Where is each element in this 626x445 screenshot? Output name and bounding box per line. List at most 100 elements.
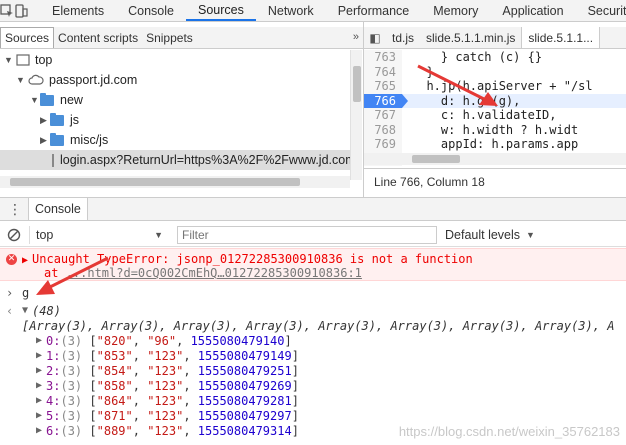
nav-tab-sources[interactable]: Sources [0, 27, 55, 48]
more-tabs-icon[interactable]: » [353, 31, 359, 43]
expand-arrow-icon[interactable]: ▶ [36, 335, 42, 346]
file-icon [52, 153, 54, 167]
drawer-header: ⋮ Console [0, 197, 626, 221]
line-number[interactable]: 767 [364, 108, 402, 123]
editor-tab-slide-min-js[interactable]: slide.5.1.1.min.js [420, 27, 521, 48]
line-number[interactable]: 763 [364, 50, 402, 65]
code-line[interactable]: 767 c: h.validateID, [364, 108, 626, 123]
console-input-echo: › g [0, 283, 626, 303]
code-line[interactable]: 764 } [364, 64, 626, 79]
scrollbar-thumb[interactable] [10, 178, 300, 186]
tree-item-login-file[interactable]: login.aspx?ReturnUrl=https%3A%2F%2Fwww.j… [0, 150, 350, 170]
drawer-tab-console[interactable]: Console [28, 198, 88, 220]
array-value: 1555080479149 [197, 348, 292, 363]
tab-security[interactable]: Security [576, 0, 626, 21]
line-number[interactable]: 768 [364, 122, 402, 137]
array-row[interactable]: ▶ 2: (3) ["854", "123", 1555080479251] [0, 363, 626, 378]
console-filter-input[interactable] [177, 225, 437, 244]
console-output[interactable]: ✕ ▶ Uncaught TypeError: jsonp_01272285300… [0, 248, 626, 445]
code-line[interactable]: 763 } catch (c) {} [364, 50, 626, 65]
tab-performance[interactable]: Performance [326, 0, 422, 21]
code-line[interactable]: 769 appId: h.params.app [364, 137, 626, 152]
array-index: 1: [46, 348, 61, 363]
array-preview: [Array(3), Array(3), Array(3), Array(3),… [0, 318, 626, 333]
tree-item-domain[interactable]: ▼ passport.jd.com [0, 70, 350, 90]
editor-tab-label: slide.5.1.1... [528, 30, 594, 45]
expand-arrow-icon[interactable]: ▼ [22, 305, 28, 316]
breakpoint-marker[interactable]: 766 [364, 93, 408, 108]
scrollbar-thumb[interactable] [412, 155, 460, 163]
tree-label-new: new [60, 93, 83, 107]
console-toolbar: top ▼ Default levels ▼ [0, 223, 626, 247]
expand-arrow-icon[interactable]: ▶ [36, 365, 42, 376]
tree-label-misc-js: misc/js [70, 133, 109, 147]
expand-arrow-icon[interactable]: ▶ [36, 380, 42, 391]
console-error-message: ✕ ▶ Uncaught TypeError: jsonp_01272285300… [0, 248, 626, 281]
code-line[interactable]: 768 w: h.width ? h.widt [364, 122, 626, 137]
line-number[interactable]: 764 [364, 64, 402, 79]
expand-arrow-icon[interactable]: ▼ [16, 75, 26, 85]
editor-tab-slide-active[interactable]: slide.5.1.1... [521, 27, 601, 48]
expand-arrow-icon[interactable]: ▶ [36, 395, 42, 406]
clear-console-icon[interactable] [7, 228, 21, 242]
console-result-header[interactable]: ‹ ▼ (48) [0, 303, 626, 318]
navigator-vertical-scrollbar[interactable] [350, 50, 362, 180]
array-value: 1555080479251 [197, 363, 292, 378]
cursor-position-status: Line 766, Column 18 [364, 168, 626, 194]
array-row[interactable]: ▶ 0: (3) ["820", "96", 1555080479140] [0, 333, 626, 348]
tree-item-misc-js[interactable]: ▶ misc/js [0, 130, 350, 150]
scrollbar-thumb[interactable] [353, 66, 361, 102]
array-row[interactable]: ▶ 5: (3) ["871", "123", 1555080479297] [0, 408, 626, 423]
line-number[interactable]: 769 [364, 137, 402, 152]
context-selector[interactable]: top ▼ [29, 225, 169, 244]
navigator-tabs: Sources Content scripts Snippets » [0, 27, 363, 49]
error-message-text: Uncaught TypeError: jsonp_01272285300910… [32, 252, 473, 266]
tab-console[interactable]: Console [116, 0, 186, 21]
tree-item-js[interactable]: ▶ js [0, 110, 350, 130]
code-text: c: h.validateID, [412, 108, 557, 123]
tree-item-top[interactable]: ▼ top [0, 50, 350, 70]
expand-arrow-icon[interactable]: ▶ [36, 410, 42, 421]
editor-horizontal-scrollbar[interactable] [364, 153, 626, 165]
nav-tab-snippets[interactable]: Snippets [142, 27, 197, 48]
expand-arrow-icon[interactable]: ▼ [4, 55, 14, 65]
tab-elements[interactable]: Elements [40, 0, 116, 21]
array-index: 2: [46, 363, 61, 378]
tab-sources[interactable]: Sources [185, 0, 256, 21]
expand-arrow-icon[interactable]: ▶ [36, 350, 42, 361]
inspect-element-icon[interactable] [0, 0, 14, 22]
array-length: (3) [60, 363, 83, 378]
tree-item-new[interactable]: ▼ new [0, 90, 350, 110]
array-index: 4: [46, 393, 61, 408]
array-row[interactable]: ▶ 4: (3) ["864", "123", 1555080479281] [0, 393, 626, 408]
nav-tab-content-scripts[interactable]: Content scripts [54, 27, 142, 48]
array-row[interactable]: ▶ 1: (3) ["853", "123", 1555080479149] [0, 348, 626, 363]
log-levels-label: Default levels [445, 227, 521, 242]
tab-network[interactable]: Network [256, 0, 326, 21]
toggle-navigator-icon[interactable]: ◧ [364, 27, 386, 48]
error-source-link[interactable]: ...html?d=0cQ002CmEhQ…01272285300910836:… [66, 266, 362, 280]
drawer-menu-icon[interactable]: ⋮ [8, 202, 22, 216]
expand-arrow-icon[interactable]: ▶ [22, 255, 28, 266]
console-input-text: g [22, 286, 30, 300]
expand-arrow-icon[interactable]: ▼ [30, 95, 40, 105]
array-row[interactable]: ▶ 3: (3) ["858", "123", 1555080479269] [0, 378, 626, 393]
dropdown-arrow-icon: ▼ [154, 229, 163, 240]
code-line[interactable]: 765 h.jp(h.apiServer + "/sl [364, 79, 626, 94]
tab-application[interactable]: Application [490, 0, 575, 21]
log-levels-dropdown[interactable]: Default levels ▼ [445, 228, 535, 242]
collapse-arrow-icon[interactable]: ▶ [40, 135, 50, 146]
code-editor[interactable]: 763 } catch (c) {} 764 } 765 h.jp(h.apiS… [364, 50, 626, 167]
code-line-breakpoint[interactable]: 766 d: h.gc(g), [364, 93, 626, 108]
array-index: 6: [46, 423, 61, 438]
editor-tab-td-js[interactable]: td.js [386, 27, 420, 48]
cloud-icon [28, 74, 44, 85]
navigator-horizontal-scrollbar[interactable] [0, 176, 350, 188]
array-rows: ▶ 0: (3) ["820", "96", 1555080479140] ▶ 1: … [0, 333, 626, 438]
device-toolbar-icon[interactable] [14, 0, 28, 22]
line-number[interactable]: 765 [364, 79, 402, 94]
frame-icon [16, 54, 30, 66]
tab-memory[interactable]: Memory [421, 0, 490, 21]
collapse-arrow-icon[interactable]: ▶ [40, 115, 50, 126]
expand-arrow-icon[interactable]: ▶ [36, 425, 42, 436]
